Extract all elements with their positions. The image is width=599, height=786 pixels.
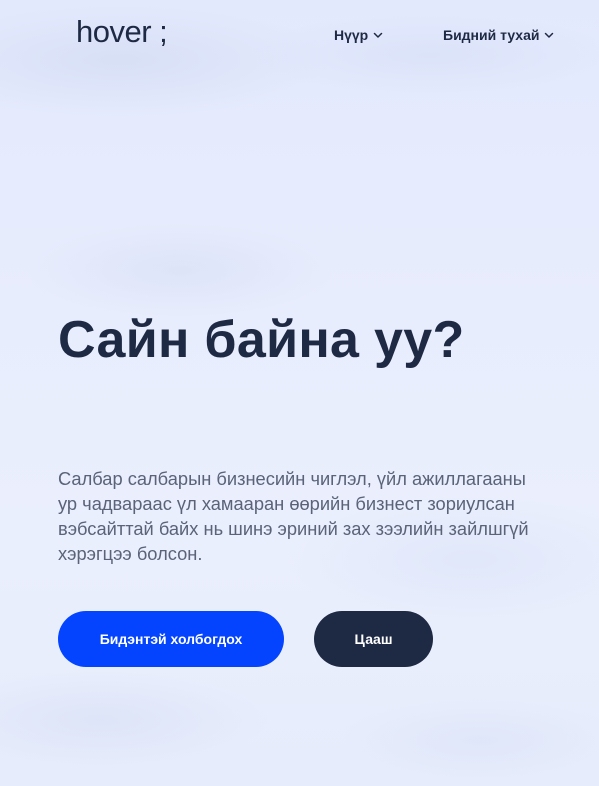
chevron-down-icon (545, 32, 554, 38)
hero-description: Салбар салбарын бизнесийн чиглэл, үйл аж… (58, 468, 529, 564)
nav-item-label: Нүүр (334, 27, 369, 43)
more-button[interactable]: Цааш (314, 611, 433, 667)
site-logo[interactable]: hover ; (76, 14, 168, 50)
chevron-down-icon (373, 32, 383, 38)
background-haze (0, 0, 599, 786)
hero-title: Сайн байна уу? (58, 311, 465, 369)
nav-item-home[interactable]: Нүүр (334, 27, 384, 43)
contact-us-button[interactable]: Бидэнтэй холбогдох (58, 611, 284, 667)
nav-item-label: Бидний тухай (443, 27, 540, 43)
nav-item-about[interactable]: Бидний тухай (443, 27, 555, 43)
site-header: hover ; Нүүр Бидний тухай (0, 0, 599, 70)
